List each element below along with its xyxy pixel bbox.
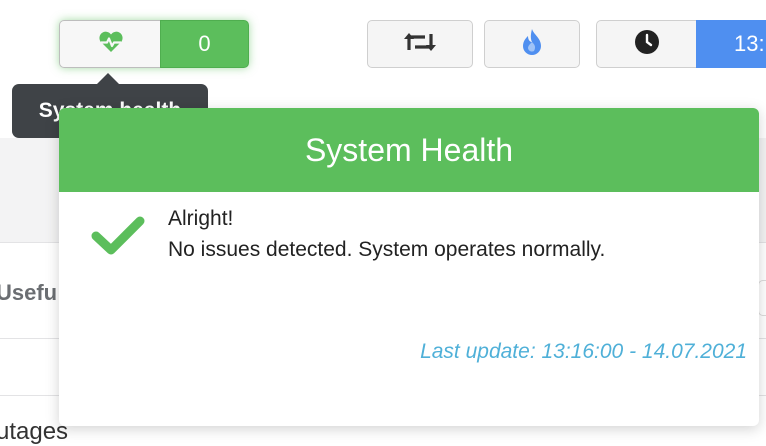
- fire-button[interactable]: [484, 20, 580, 68]
- tooltip-arrow: [97, 73, 119, 84]
- background-control: [758, 280, 766, 316]
- clock-button[interactable]: [596, 20, 698, 68]
- health-issue-count[interactable]: 0: [160, 20, 249, 68]
- retweet-icon: [403, 30, 437, 59]
- time-display[interactable]: 13:: [696, 20, 766, 68]
- background-heading: utages: [0, 418, 69, 445]
- status-title: Alright!: [168, 207, 234, 230]
- popover-title: System Health: [59, 108, 759, 192]
- fire-icon: [521, 28, 543, 61]
- clock-icon: [634, 29, 660, 60]
- checkmark-icon: [91, 214, 145, 263]
- sync-button[interactable]: [367, 20, 473, 68]
- heartbeat-icon: [97, 30, 125, 59]
- system-health-button-group[interactable]: 0: [59, 20, 249, 68]
- last-update-text: Last update: 13:16:00 - 14.07.2021: [420, 340, 747, 363]
- system-health-popover: System Health Alright! No issues detecte…: [59, 108, 759, 426]
- background-label: Usefu: [0, 280, 58, 305]
- system-health-button[interactable]: [59, 20, 161, 68]
- status-message: No issues detected. System operates norm…: [168, 238, 606, 261]
